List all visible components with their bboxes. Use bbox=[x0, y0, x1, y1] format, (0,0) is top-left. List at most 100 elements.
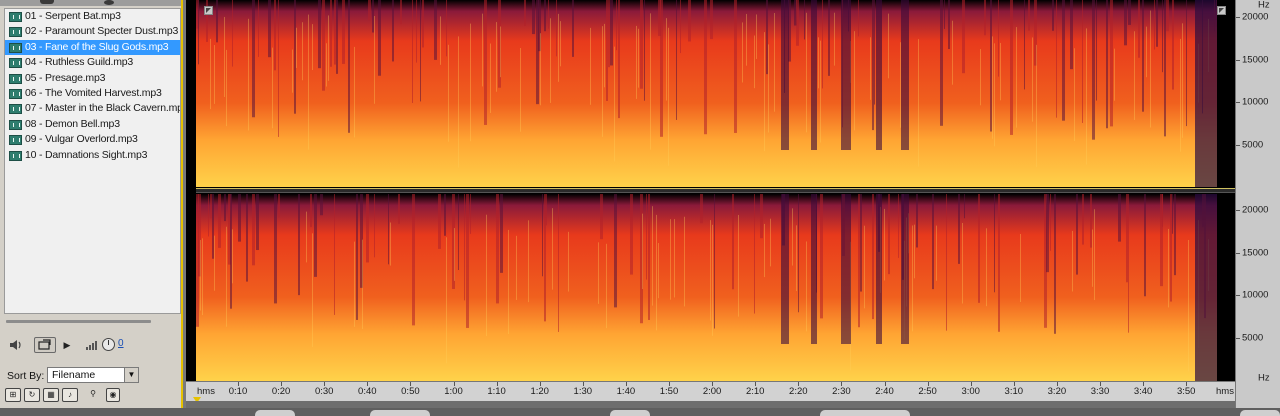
audio-file-icon bbox=[9, 73, 22, 84]
loop-icon[interactable]: ↻ bbox=[24, 388, 40, 402]
file-list-item[interactable]: 02 - Paramount Specter Dust.mp3 bbox=[5, 24, 180, 39]
file-list-item[interactable]: 10 - Damnations Sight.mp3 bbox=[5, 148, 180, 163]
freq-tick-label: 10000 bbox=[1242, 289, 1269, 301]
spectrogram-image bbox=[196, 194, 1235, 381]
freq-unit-label: Hz bbox=[1258, 0, 1270, 11]
audio-file-icon bbox=[9, 119, 22, 130]
time-tick-label: 0:10 bbox=[228, 386, 248, 397]
time-tick-label: 1:50 bbox=[659, 386, 679, 397]
audio-file-icon bbox=[9, 58, 22, 69]
time-tick-label: 1:30 bbox=[573, 386, 593, 397]
level-meter-icon bbox=[86, 340, 100, 350]
play-icon[interactable]: ▶ bbox=[62, 337, 72, 353]
file-name: 05 - Presage.mp3 bbox=[25, 71, 106, 84]
time-tick-label: 3:40 bbox=[1133, 386, 1153, 397]
file-list-item[interactable]: 06 - The Vomited Harvest.mp3 bbox=[5, 86, 180, 101]
time-tick-label: 3:00 bbox=[961, 386, 980, 397]
time-tick-label: 2:20 bbox=[789, 386, 808, 397]
panel-tab[interactable] bbox=[610, 410, 650, 416]
autoplay-button[interactable] bbox=[34, 337, 56, 353]
time-tick-label: 2:00 bbox=[702, 386, 722, 397]
panel-tab[interactable] bbox=[255, 410, 295, 416]
time-tick-label: 2:30 bbox=[832, 386, 851, 397]
freq-tick-label: 15000 bbox=[1242, 54, 1269, 66]
panel-tab[interactable] bbox=[370, 410, 430, 416]
freq-tick bbox=[1236, 210, 1240, 211]
time-tick-label: 3:50 bbox=[1176, 386, 1196, 397]
audio-editor-window: 01 - Serpent Bat.mp3 02 - Paramount Spect… bbox=[0, 0, 1280, 416]
file-list-item[interactable]: 05 - Presage.mp3 bbox=[5, 71, 180, 86]
time-tick-label: 0:20 bbox=[271, 386, 291, 397]
autoplay-icon bbox=[38, 339, 51, 350]
freq-tick bbox=[1236, 295, 1240, 296]
file-list-item[interactable]: 07 - Master in the Black Cavern.mp3 bbox=[5, 101, 180, 116]
sort-by-value: Filename bbox=[52, 369, 96, 381]
time-tick-label: 0:30 bbox=[314, 386, 334, 397]
cd-icon[interactable]: ◉ bbox=[106, 388, 120, 402]
file-name: 04 - Ruthless Guild.mp3 bbox=[25, 56, 134, 69]
spectrogram-channel-left[interactable] bbox=[196, 0, 1235, 187]
volume-knob-icon[interactable] bbox=[102, 338, 115, 351]
file-list-scrollbar[interactable] bbox=[6, 320, 151, 323]
sort-by-select[interactable]: Filename ▼ bbox=[47, 367, 139, 383]
freq-tick-label: 5000 bbox=[1242, 332, 1264, 344]
sort-by-label: Sort By: bbox=[7, 370, 45, 382]
chevron-down-icon[interactable]: ▼ bbox=[124, 368, 138, 382]
time-tick-label: 3:30 bbox=[1090, 386, 1110, 397]
status-strip bbox=[0, 408, 1280, 416]
frequency-ruler[interactable]: Hz Hz 20000 15000 10000 5000 20000 15000 10000… bbox=[1235, 0, 1280, 408]
audio-file-icon bbox=[9, 150, 22, 161]
insert-icon[interactable]: ⊞ bbox=[5, 388, 21, 402]
volume-value[interactable]: 0 bbox=[118, 338, 124, 349]
time-tick-label: 1:40 bbox=[616, 386, 636, 397]
freq-tick bbox=[1236, 102, 1240, 103]
files-toolbar bbox=[0, 0, 181, 6]
audio-file-icon bbox=[9, 88, 22, 99]
freq-tick bbox=[1236, 338, 1240, 339]
panel-tab[interactable] bbox=[820, 410, 910, 416]
freq-tick-label: 20000 bbox=[1242, 11, 1269, 23]
time-tick-label: 0:50 bbox=[401, 386, 420, 397]
panel-tab[interactable] bbox=[1240, 410, 1280, 416]
file-list-item[interactable]: 03 - Fane of the Slug Gods.mp3 bbox=[5, 39, 180, 56]
file-name: 02 - Paramount Specter Dust.mp3 bbox=[25, 25, 179, 38]
spectrogram-channel-right[interactable] bbox=[196, 194, 1235, 381]
file-name: 01 - Serpent Bat.mp3 bbox=[25, 10, 121, 22]
file-name: 10 - Damnations Sight.mp3 bbox=[25, 148, 148, 161]
time-tick-label: 1:00 bbox=[444, 386, 463, 397]
freq-unit-label: Hz bbox=[1258, 372, 1270, 384]
file-list-item[interactable]: 09 - Vulgar Overlord.mp3 bbox=[5, 132, 180, 147]
time-tick-label: 2:50 bbox=[918, 386, 937, 397]
film-icon[interactable]: ▦ bbox=[43, 388, 59, 402]
freq-tick-label: 10000 bbox=[1242, 96, 1269, 108]
audio-file-icon bbox=[9, 27, 22, 38]
toolbar-button[interactable] bbox=[104, 0, 114, 5]
file-list-item[interactable]: 01 - Serpent Bat.mp3 bbox=[5, 9, 180, 24]
toolbar-button[interactable] bbox=[40, 0, 54, 4]
time-ruler[interactable]: hms hms 0:10 0:20 0:30 0:40 0:50 1:00 1:10 1:20… bbox=[186, 381, 1235, 401]
file-list-item[interactable]: 04 - Ruthless Guild.mp3 bbox=[5, 55, 180, 70]
file-name: 06 - The Vomited Harvest.mp3 bbox=[25, 86, 162, 99]
file-name: 03 - Fane of the Slug Gods.mp3 bbox=[25, 40, 169, 53]
audio-file-icon bbox=[9, 135, 22, 146]
zoom-corner-left-icon[interactable] bbox=[204, 6, 213, 15]
freq-tick bbox=[1236, 145, 1240, 146]
file-list-item[interactable]: 08 - Demon Bell.mp3 bbox=[5, 117, 180, 132]
time-tick-label: 3:20 bbox=[1047, 386, 1067, 397]
speaker-icon[interactable] bbox=[8, 337, 24, 353]
freq-tick-label: 20000 bbox=[1242, 204, 1269, 216]
freq-tick bbox=[1236, 60, 1240, 61]
channel-divider[interactable] bbox=[196, 188, 1235, 193]
time-tick-label: 0:40 bbox=[358, 386, 377, 397]
freq-tick-label: 5000 bbox=[1242, 139, 1264, 151]
spectral-display[interactable]: hms hms 0:10 0:20 0:30 0:40 0:50 1:00 1:10 1:20… bbox=[186, 0, 1235, 408]
preview-controls: ▶ 0 bbox=[6, 337, 176, 355]
freq-tick-label: 15000 bbox=[1242, 247, 1269, 259]
music-icon[interactable]: ♪ bbox=[62, 388, 78, 402]
time-tick-label: 2:40 bbox=[875, 386, 894, 397]
audio-file-icon bbox=[9, 42, 22, 53]
zoom-corner-right-icon[interactable] bbox=[1217, 6, 1226, 15]
time-unit-label: hms bbox=[1216, 386, 1234, 397]
pin-icon[interactable]: ⚲ bbox=[85, 388, 101, 402]
file-list[interactable]: 01 - Serpent Bat.mp3 02 - Paramount Spect… bbox=[4, 8, 181, 314]
